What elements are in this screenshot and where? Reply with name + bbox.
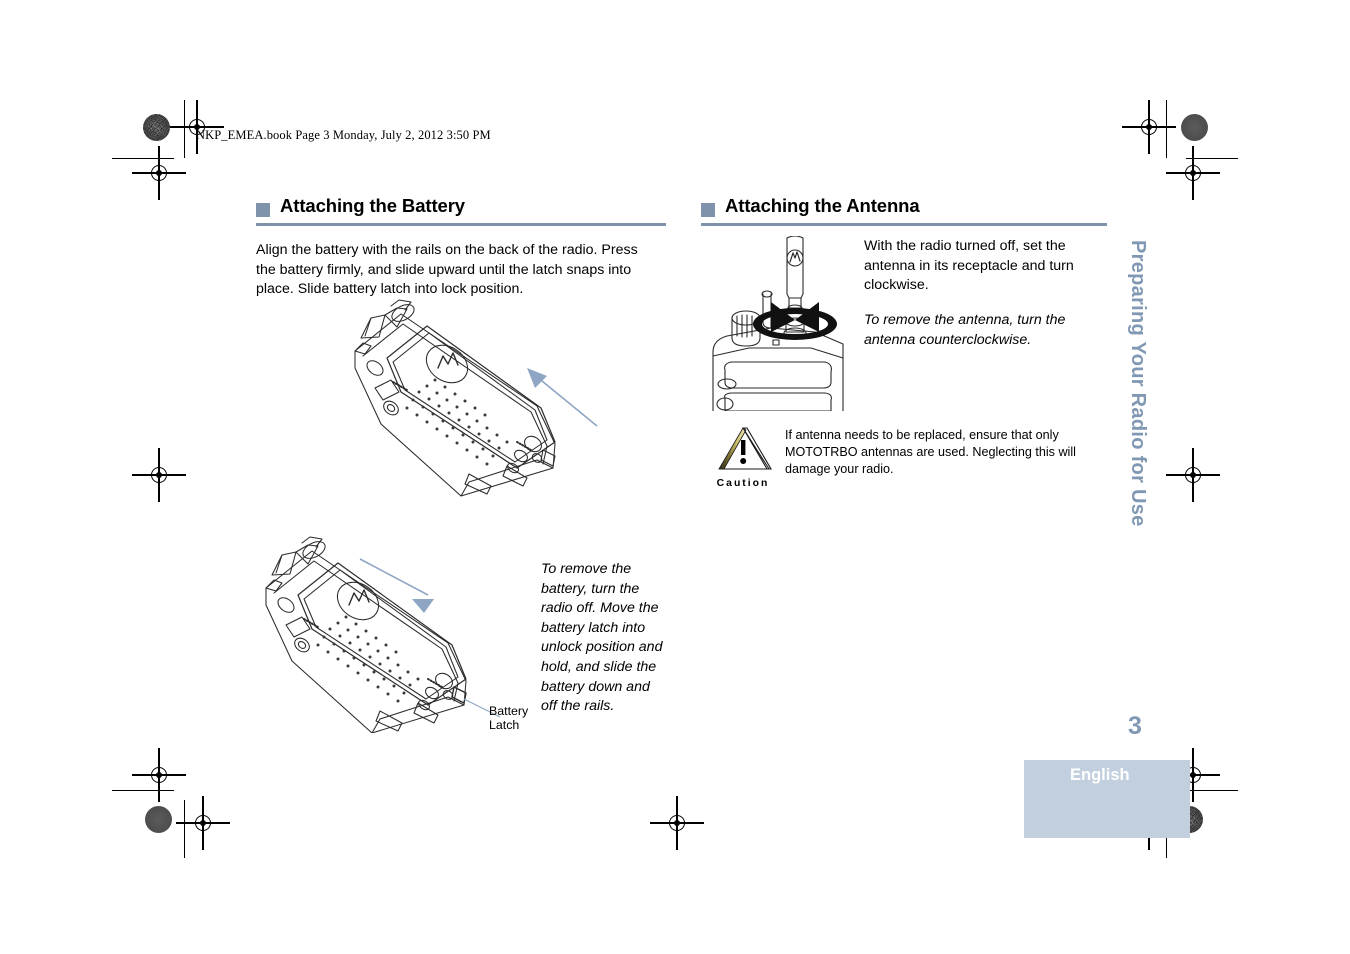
page-number: 3 <box>1128 712 1142 740</box>
battery-latch-callout-line1: Battery <box>489 704 529 718</box>
battery-latch-callout: Battery Latch <box>489 704 528 732</box>
registration-mark-mid-left <box>132 448 186 502</box>
manual-page: NKP_EMEA.book Page 3 Monday, July 2, 201… <box>0 0 1350 954</box>
registration-mark-upper-right <box>1166 146 1220 200</box>
radio-battery-attach-illustration <box>341 296 641 526</box>
section-header-attaching-antenna: Attaching the Antenna <box>701 195 1107 230</box>
crop-line-right-horizontal-top <box>1186 158 1238 160</box>
registration-mark-bottom-center <box>650 796 704 850</box>
caution-icon-group: Caution <box>711 424 775 489</box>
radio-antenna-attach-illustration <box>705 235 855 412</box>
registration-mark-top-right <box>1122 100 1176 154</box>
registration-mark-mid-right <box>1166 448 1220 502</box>
language-label: English <box>1070 766 1130 784</box>
halftone-registration-dot-bottom-left <box>145 806 172 833</box>
registration-mark-upper-left <box>132 146 186 200</box>
radio-battery-remove-illustration <box>252 533 552 734</box>
caution-text: If antenna needs to be replaced, ensure … <box>785 428 1076 476</box>
antenna-instructions-paragraph: With the radio turned off, set the anten… <box>864 238 1074 294</box>
crop-line-right-vertical-top <box>1166 100 1168 158</box>
section-title: Attaching the Battery <box>280 195 465 216</box>
caution-label: Caution <box>716 478 770 489</box>
crop-line-left-vertical-top <box>184 100 186 158</box>
left-column: Attaching the Battery Align the battery … <box>256 195 666 734</box>
section-rule <box>701 223 1107 226</box>
book-file-slug: NKP_EMEA.book Page 3 Monday, July 2, 201… <box>196 128 491 142</box>
section-header-attaching-battery: Attaching the Battery <box>256 195 666 230</box>
battery-instructions-paragraph: Align the battery with the rails on the … <box>256 242 638 298</box>
chapter-side-tab-label: Preparing Your Radio for Use <box>1127 240 1149 527</box>
crop-line-left-horizontal-top <box>112 158 174 160</box>
crop-line-left-horizontal-bottom <box>112 790 174 792</box>
halftone-registration-dot-top-right <box>1181 114 1208 141</box>
battery-latch-callout-line2: Latch <box>489 718 520 732</box>
section-title: Attaching the Antenna <box>725 195 920 216</box>
chapter-side-tab: Preparing Your Radio for Use <box>1118 240 1158 560</box>
antenna-remove-note: To remove the antenna, turn the antenna … <box>864 312 1066 348</box>
section-bullet-square-icon <box>701 203 715 217</box>
section-bullet-square-icon <box>256 203 270 217</box>
crop-line-right-horizontal-bottom <box>1186 790 1238 792</box>
battery-remove-note: To remove the battery, turn the radio of… <box>541 561 663 715</box>
registration-mark-lower-left <box>132 748 186 802</box>
crop-line-left-vertical-bottom <box>184 800 186 858</box>
right-column: Attaching the Antenna With the radio tur… <box>701 195 1107 489</box>
warning-triangle-icon <box>718 427 772 470</box>
section-rule <box>256 223 666 226</box>
registration-mark-bottom-left <box>176 796 230 850</box>
halftone-registration-dot-top-left <box>143 114 170 141</box>
